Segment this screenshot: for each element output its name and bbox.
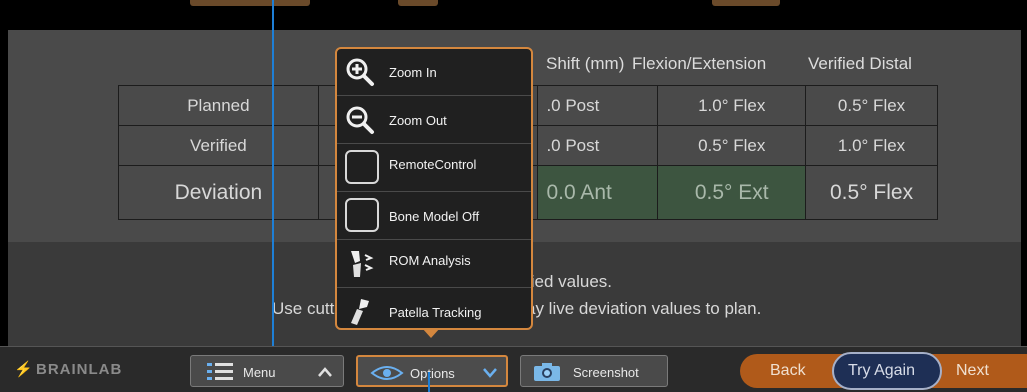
zoom-out-icon — [346, 106, 374, 134]
camera-icon — [534, 363, 560, 381]
checkbox-icon[interactable] — [345, 150, 379, 184]
eye-icon — [370, 366, 404, 380]
chevron-up-icon — [318, 367, 332, 377]
screenshot-button-label: Screenshot — [573, 365, 639, 380]
menu-item-label: Zoom Out — [389, 113, 447, 128]
menu-item-label: Bone Model Off — [389, 209, 480, 224]
screenshot-button[interactable]: Screenshot — [520, 355, 668, 387]
menu-item-label: RemoteControl — [389, 157, 477, 172]
next-button-label: Next — [956, 362, 989, 379]
menu-item-bone-model-off[interactable]: Bone Model Off — [337, 193, 531, 240]
top-edge-hint — [398, 0, 438, 6]
try-again-button-label: Try Again — [848, 362, 915, 379]
cell-planned-flexext: 1.0° Flex — [657, 85, 807, 126]
knee-joint-icon — [351, 251, 374, 277]
menu-item-remote-control[interactable]: RemoteControl — [337, 145, 531, 192]
message-line-1: fied values. — [526, 272, 612, 291]
bottom-toolbar: ⚡ BRAINLAB Menu Options Screenshot Back … — [0, 346, 1027, 392]
menu-list-icon — [207, 363, 233, 380]
message-line-2-left: Use cutti — [272, 299, 339, 318]
brainlab-logo: BRAINLAB — [36, 361, 123, 378]
header-verified-distal: Verified Distal — [808, 54, 912, 73]
menu-item-label: Patella Tracking — [389, 305, 482, 320]
options-button-label: Options — [410, 366, 455, 381]
top-edge-hint — [712, 0, 780, 6]
header-flexion-extension: Flexion/Extension — [632, 54, 767, 73]
chevron-down-icon — [483, 368, 497, 378]
row-label-planned: Planned — [118, 85, 319, 126]
checkbox-icon[interactable] — [345, 198, 379, 232]
cell-planned-shift: .0 Post — [537, 85, 659, 126]
row-label-deviation: Deviation — [118, 165, 319, 220]
popup-pointer — [422, 328, 440, 338]
header-shift: Shift (mm) — [546, 54, 625, 73]
vertical-guide-line-lower — [428, 372, 430, 392]
cell-planned-distal: 0.5° Flex — [805, 85, 938, 126]
cell-verified-shift: .0 Post — [537, 125, 659, 166]
vertical-guide-line — [272, 0, 274, 392]
top-edge-hint — [190, 0, 310, 6]
cell-deviation-distal: 0.5° Flex — [805, 165, 938, 220]
cell-verified-distal: 1.0° Flex — [805, 125, 938, 166]
patella-icon — [351, 299, 369, 325]
menu-button[interactable]: Menu — [190, 355, 344, 387]
back-button-label: Back — [770, 362, 806, 379]
cell-verified-flexext: 0.5° Flex — [657, 125, 807, 166]
zoom-in-icon — [346, 58, 374, 86]
menu-button-label: Menu — [243, 365, 276, 380]
menu-item-label: Zoom In — [389, 65, 437, 80]
cell-deviation-flexext: 0.5° Ext — [657, 165, 807, 220]
options-button[interactable]: Options — [356, 355, 508, 387]
menu-item-label: ROM Analysis — [389, 253, 471, 268]
message-line-2-right: ay live deviation values to plan. — [526, 299, 762, 318]
menu-item-zoom-in[interactable]: Zoom In — [337, 49, 531, 96]
try-again-button[interactable]: Try Again — [832, 352, 942, 390]
cell-deviation-shift: 0.0 Ant — [537, 165, 659, 220]
options-popup-menu: Zoom In Zoom Out RemoteControl Bone Mode… — [335, 47, 533, 330]
menu-item-zoom-out[interactable]: Zoom Out — [337, 97, 531, 144]
row-label-verified: Verified — [118, 125, 319, 166]
menu-item-rom-analysis[interactable]: ROM Analysis — [337, 241, 531, 288]
brainlab-logo-icon: ⚡ — [14, 361, 33, 378]
